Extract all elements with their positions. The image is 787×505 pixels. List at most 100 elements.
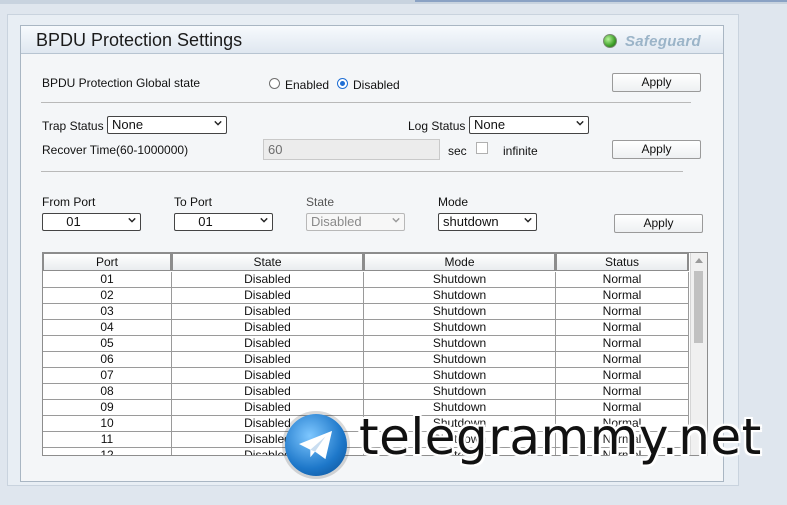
divider <box>41 102 691 103</box>
log-status-select[interactable]: None <box>469 116 589 134</box>
cell-mode: Shutdown <box>364 352 556 368</box>
chevron-down-icon <box>128 217 136 223</box>
page-title: BPDU Protection Settings <box>36 30 243 50</box>
mode-select[interactable]: shutdown <box>438 213 537 231</box>
cell-port: 07 <box>43 368 172 384</box>
column-header-mode: Mode <box>364 253 556 271</box>
watermark-text: telegrammy.net <box>359 408 762 466</box>
state-value: Disabled <box>311 214 362 229</box>
mode-label: Mode <box>438 195 469 209</box>
scroll-up-arrow-icon[interactable] <box>695 258 703 263</box>
cell-mode: Shutdown <box>364 304 556 320</box>
from-port-value: 01 <box>66 214 81 229</box>
divider <box>41 171 683 172</box>
trap-status-value: None <box>112 117 144 132</box>
global-enabled-label[interactable]: Enabled <box>285 78 329 92</box>
to-port-label: To Port <box>174 195 213 209</box>
paper-plane-icon <box>299 430 333 460</box>
cell-port: 09 <box>43 400 172 416</box>
column-header-state: State <box>172 253 364 271</box>
cell-state: Disabled <box>172 320 364 336</box>
cell-port: 05 <box>43 336 172 352</box>
safeguard-badge: Safeguard <box>602 32 701 50</box>
cell-mode: Shutdown <box>364 288 556 304</box>
table-row: 03 Disabled Shutdown Normal <box>43 304 689 320</box>
cell-mode: Shutdown <box>364 320 556 336</box>
global-disabled-radio[interactable] <box>337 78 348 89</box>
cell-mode: Shutdown <box>364 272 556 288</box>
cell-status: Normal <box>556 336 689 352</box>
top-border <box>0 0 787 4</box>
global-enabled-radio[interactable] <box>269 78 280 89</box>
safeguard-label: Safeguard <box>624 32 701 50</box>
table-row: 04 Disabled Shutdown Normal <box>43 320 689 336</box>
table-row: 08 Disabled Shutdown Normal <box>43 384 689 400</box>
watermark: telegrammy.net <box>285 408 780 478</box>
from-port-label: From Port <box>42 195 96 209</box>
column-header-port: Port <box>43 253 172 271</box>
column-header-status: Status <box>556 253 689 271</box>
state-label: State <box>306 195 335 209</box>
trap-status-select[interactable]: None <box>107 116 227 134</box>
chevron-down-icon <box>576 120 584 126</box>
cell-state: Disabled <box>172 368 364 384</box>
cell-port: 11 <box>43 432 172 448</box>
global-state-label: BPDU Protection Global state <box>42 76 201 90</box>
global-apply-button[interactable]: Apply <box>612 73 701 92</box>
trap-apply-button[interactable]: Apply <box>612 140 701 159</box>
chevron-down-icon <box>392 217 400 223</box>
recover-time-input[interactable]: 60 <box>263 139 440 160</box>
cell-mode: Shutdown <box>364 336 556 352</box>
cell-port: 01 <box>43 272 172 288</box>
cell-port: 12 <box>43 448 172 455</box>
to-port-value: 01 <box>198 214 213 229</box>
port-apply-button[interactable]: Apply <box>614 214 703 233</box>
cell-state: Disabled <box>172 352 364 368</box>
status-light-icon <box>602 34 617 48</box>
chevron-down-icon <box>524 217 532 223</box>
cell-state: Disabled <box>172 272 364 288</box>
cell-status: Normal <box>556 304 689 320</box>
mode-value: shutdown <box>443 214 499 229</box>
table-row: 01 Disabled Shutdown Normal <box>43 272 689 288</box>
cell-status: Normal <box>556 288 689 304</box>
cell-port: 06 <box>43 352 172 368</box>
cell-port: 10 <box>43 416 172 432</box>
cell-status: Normal <box>556 384 689 400</box>
cell-state: Disabled <box>172 384 364 400</box>
cell-status: Normal <box>556 320 689 336</box>
panel-titlebar: BPDU Protection Settings Safeguard <box>21 26 723 54</box>
to-port-select[interactable]: 01 <box>174 213 273 231</box>
recover-time-label: Recover Time(60-1000000) <box>42 143 189 157</box>
cell-port: 03 <box>43 304 172 320</box>
table-row: 05 Disabled Shutdown Normal <box>43 336 689 352</box>
chevron-down-icon <box>214 120 222 126</box>
cell-state: Disabled <box>172 304 364 320</box>
cell-state: Disabled <box>172 288 364 304</box>
cell-state: Disabled <box>172 336 364 352</box>
table-header: Port State Mode Status <box>43 253 689 271</box>
infinite-label: infinite <box>503 144 538 158</box>
log-status-label: Log Status <box>408 119 466 133</box>
cell-port: 02 <box>43 288 172 304</box>
cell-port: 04 <box>43 320 172 336</box>
sec-label: sec <box>448 144 467 158</box>
global-disabled-label[interactable]: Disabled <box>353 78 400 92</box>
telegram-logo-icon <box>285 414 347 476</box>
infinite-checkbox[interactable] <box>476 142 488 154</box>
trap-status-label: Trap Status <box>42 119 104 133</box>
table-row: 02 Disabled Shutdown Normal <box>43 288 689 304</box>
cell-status: Normal <box>556 352 689 368</box>
scroll-thumb[interactable] <box>694 271 703 343</box>
cell-status: Normal <box>556 272 689 288</box>
cell-status: Normal <box>556 368 689 384</box>
log-status-value: None <box>474 117 506 132</box>
table-row: 06 Disabled Shutdown Normal <box>43 352 689 368</box>
table-row: 07 Disabled Shutdown Normal <box>43 368 689 384</box>
cell-mode: Shutdown <box>364 384 556 400</box>
cell-mode: Shutdown <box>364 368 556 384</box>
chevron-down-icon <box>260 217 268 223</box>
state-select: Disabled <box>306 213 405 231</box>
cell-port: 08 <box>43 384 172 400</box>
from-port-select[interactable]: 01 <box>42 213 141 231</box>
